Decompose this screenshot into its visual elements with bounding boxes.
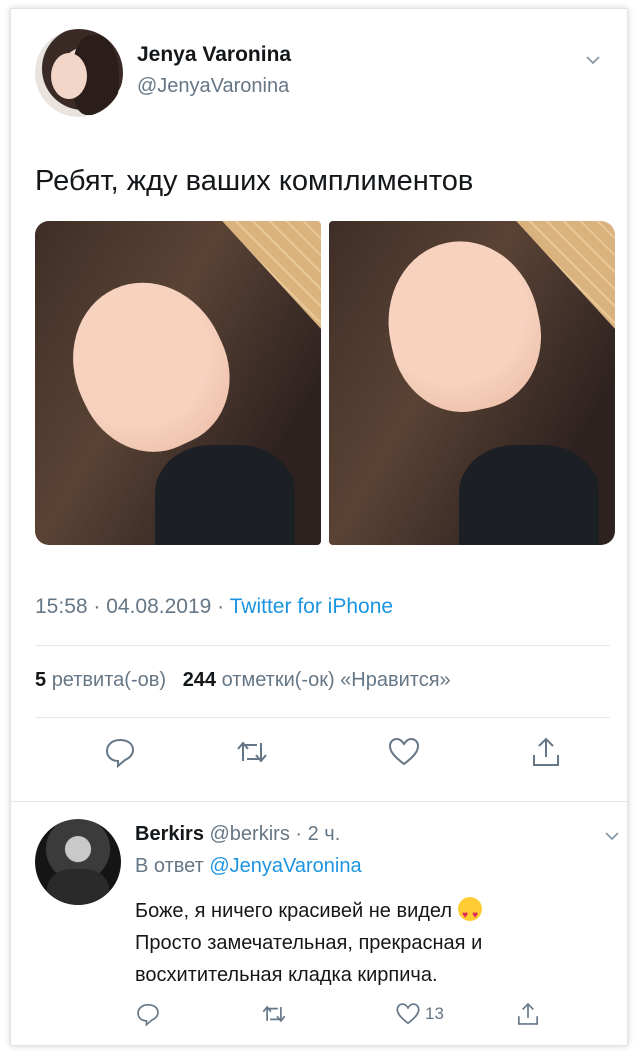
like-icon [388, 737, 420, 766]
retweet-stat[interactable]: 5 ретвита(-ов) [35, 669, 166, 691]
tweet-source[interactable]: Twitter for iPhone [230, 595, 393, 618]
like-count: 244 [182, 669, 217, 691]
author-name[interactable]: Jenya Varonina [137, 43, 291, 67]
reply-reply-button[interactable] [135, 999, 161, 1029]
tweet-time: 15:58 [35, 595, 88, 618]
reply-actions: 13 [135, 999, 575, 1033]
reply-time[interactable]: 2 ч. [308, 823, 341, 845]
like-button[interactable] [387, 735, 427, 775]
tweet-screenshot-frame: Jenya Varonina @JenyaVaronina Ребят, жду… [10, 8, 628, 1046]
like-icon [396, 1003, 420, 1025]
reply-text-line1: Боже, я ничего красивей не видел [135, 900, 453, 922]
share-icon [517, 1002, 539, 1025]
like-stat[interactable]: 244 отметки(-ок) «Нравится» [183, 669, 451, 691]
photo-clothing [459, 445, 599, 545]
tweet-date[interactable]: 04.08.2019 [106, 595, 211, 618]
heart-eyes-emoji [458, 897, 483, 932]
reply-to-prefix: В ответ [135, 855, 204, 877]
reply-to-line: В ответ @JenyaVaronina [135, 855, 362, 878]
reply-dot: · [289, 823, 308, 845]
like-label: отметки(-ок) «Нравится» [221, 669, 451, 691]
reply-share-button[interactable] [515, 999, 541, 1029]
retweet-icon [262, 1005, 286, 1023]
retweet-button[interactable] [235, 735, 275, 775]
chevron-down-icon[interactable] [584, 51, 602, 69]
reply-icon [137, 1003, 159, 1027]
reply-text-line3: восхитительная кладка кирпича. [135, 964, 438, 986]
reply-header: Berkirs @berkirs · 2 ч. [135, 823, 340, 846]
retweet-icon [237, 741, 267, 763]
reply-retweet-button[interactable] [261, 999, 287, 1029]
retweet-label: ретвита(-ов) [51, 669, 167, 691]
reply-text-line2: Просто замечательная, прекрасная и [135, 932, 483, 954]
avatar-body [47, 869, 109, 905]
tweet-header: Jenya Varonina @JenyaVaronina [35, 29, 610, 129]
author-avatar[interactable] [35, 29, 123, 117]
meta-separator: · [211, 595, 230, 618]
reply-to-handle[interactable]: @JenyaVaronina [209, 855, 361, 877]
reply-like-button[interactable]: 13 [395, 999, 444, 1029]
tweet-photo-1[interactable] [35, 221, 321, 545]
retweet-count: 5 [35, 669, 47, 691]
avatar-face [51, 53, 87, 99]
tweet-text: Ребят, жду ваших комплиментов [35, 165, 474, 197]
reply-button[interactable] [103, 735, 143, 775]
author-handle[interactable]: @JenyaVaronina [137, 75, 289, 98]
tweet-photo-2[interactable] [329, 221, 615, 545]
tweet-meta: 15:58 · 04.08.2019 · Twitter for iPhone [35, 595, 393, 619]
tweet-actions [35, 735, 610, 785]
reply-author-handle[interactable]: @berkirs [210, 823, 290, 845]
photo-clothing [155, 445, 295, 545]
meta-separator: · [87, 595, 107, 618]
reply-like-count: 13 [425, 1004, 444, 1023]
share-button[interactable] [529, 735, 569, 775]
reply-author-name[interactable]: Berkirs [135, 823, 204, 845]
reply-icon [105, 738, 135, 769]
divider [35, 645, 610, 646]
chevron-down-icon[interactable] [603, 827, 621, 845]
reply-author-avatar[interactable] [35, 819, 121, 905]
tweet-counts: 5 ретвита(-ов) 244 отметки(-ок) «Нравитс… [35, 669, 451, 692]
divider [11, 801, 627, 802]
share-icon [533, 737, 559, 766]
divider [35, 717, 610, 718]
reply-text: Боже, я ничего красивей не видел Просто … [135, 895, 605, 991]
reply-tweet[interactable]: Berkirs @berkirs · 2 ч. В ответ @JenyaVa… [11, 809, 627, 1045]
